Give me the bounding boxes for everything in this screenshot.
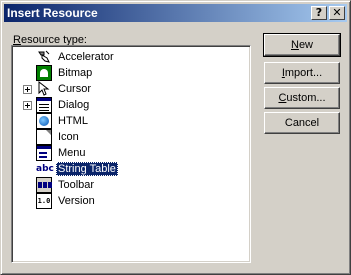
tree-item-version[interactable]: 1.0 Version	[12, 193, 248, 209]
expand-plus-icon[interactable]	[23, 101, 32, 110]
icon-resource-icon	[36, 129, 52, 145]
tree-item-label: String Table	[56, 162, 118, 176]
help-button[interactable]: ?	[311, 6, 327, 20]
custom-button-label: ustom...	[286, 92, 326, 104]
dialog-icon	[36, 97, 52, 113]
new-button-label: ew	[298, 39, 313, 51]
close-button[interactable]: ✕	[329, 6, 345, 20]
import-button[interactable]: Import...	[264, 62, 340, 84]
tree-item-html[interactable]: HTML	[12, 113, 248, 129]
version-icon: 1.0	[36, 193, 52, 209]
tree-item-label: Toolbar	[58, 179, 95, 191]
expand-plus-icon[interactable]	[23, 85, 32, 94]
dialog-title: Insert Resource	[7, 6, 98, 20]
tree-item-label: Version	[58, 195, 95, 207]
new-mnemonic: N	[290, 39, 299, 51]
html-icon	[36, 113, 52, 129]
tree-item-label: Bitmap	[58, 67, 93, 79]
tree-item-accelerator[interactable]: Accelerator	[12, 49, 248, 65]
import-button-label: mport...	[284, 67, 323, 79]
cursor-icon	[36, 80, 52, 97]
resource-type-tree[interactable]: Accelerator Bitmap Cursor Dialog HTML Ic…	[11, 45, 251, 263]
tree-item-label: Dialog	[58, 99, 90, 111]
tree-item-dialog[interactable]: Dialog	[12, 97, 248, 113]
tree-item-icon[interactable]: Icon	[12, 129, 248, 145]
accelerator-icon	[36, 49, 52, 65]
title-bar[interactable]: Insert Resource ? ✕	[4, 4, 347, 22]
bitmap-icon	[36, 65, 52, 81]
tree-item-menu[interactable]: Menu	[12, 145, 248, 161]
new-button[interactable]: New	[263, 33, 341, 57]
tree-item-label: Menu	[58, 147, 86, 159]
tree-item-label: HTML	[58, 115, 88, 127]
close-icon: ✕	[332, 6, 342, 19]
tree-item-label: Icon	[58, 131, 79, 143]
custom-button[interactable]: Custom...	[264, 87, 340, 109]
tree-item-toolbar[interactable]: Toolbar	[12, 177, 248, 193]
tree-item-cursor[interactable]: Cursor	[12, 80, 248, 97]
toolbar-icon	[36, 177, 52, 193]
menu-icon	[36, 145, 52, 161]
string-table-icon: abc	[36, 164, 54, 174]
tree-item-label: Cursor	[58, 83, 92, 95]
tree-item-string-table[interactable]: abc String Table	[12, 161, 248, 177]
tree-item-label: Accelerator	[58, 51, 114, 63]
question-mark-icon: ?	[315, 6, 323, 19]
tree-item-bitmap[interactable]: Bitmap	[12, 65, 248, 81]
insert-resource-dialog: Insert Resource ? ✕ Resource type: Accel…	[0, 0, 351, 275]
cancel-button[interactable]: Cancel	[264, 112, 340, 134]
